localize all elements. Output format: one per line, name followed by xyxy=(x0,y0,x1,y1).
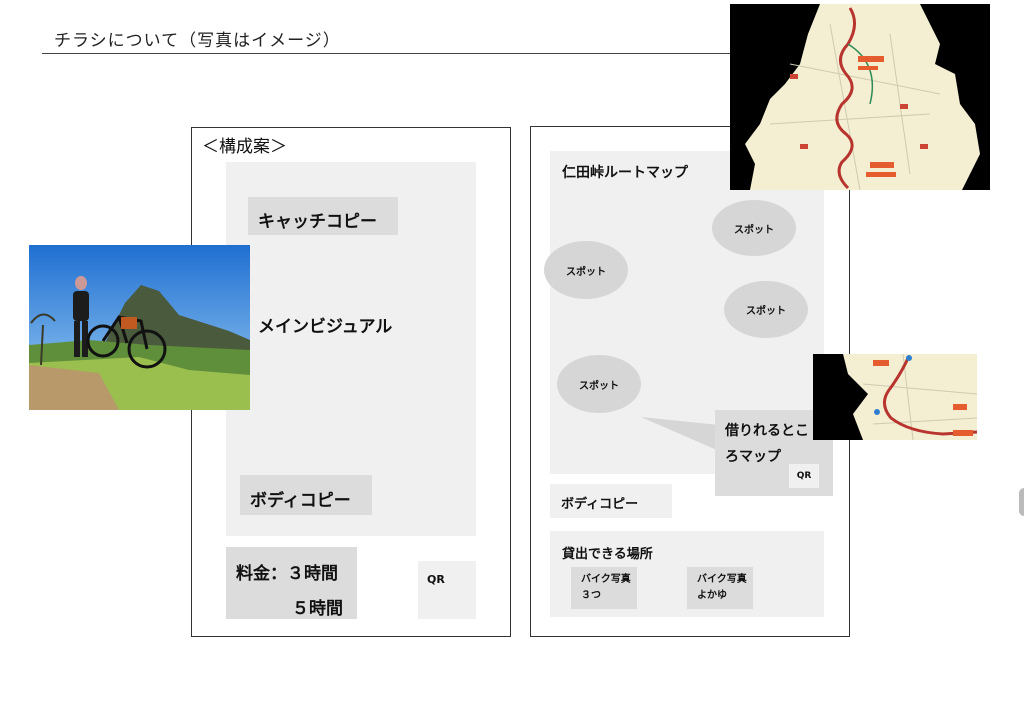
page-title: チラシについて（写真はイメージ） xyxy=(54,31,341,51)
back-panel: 仁田峠ルートマップ スポット スポット スポット スポット 借りれるとこ ろマッ… xyxy=(530,126,850,637)
spot-marker: スポット xyxy=(544,241,628,299)
map-crop-image xyxy=(813,354,977,440)
bike-photo-2-line-1: バイク写真 xyxy=(697,574,747,585)
bike-photo-box-2: バイク写真 よかゆ xyxy=(687,567,753,609)
price-box: 料金：３時間 ５時間 xyxy=(226,547,357,619)
title-divider xyxy=(42,53,742,54)
bike-photo-box-1: バイク写真 ３つ xyxy=(571,567,637,609)
callout-pointer xyxy=(641,417,719,451)
price-line-2: ５時間 xyxy=(292,599,343,619)
front-qr-box: QR xyxy=(418,561,476,619)
price-line-1: 料金：３時間 xyxy=(236,564,338,584)
main-visual-label: メインビジュアル xyxy=(258,317,393,337)
map-title: 仁田峠ルートマップ xyxy=(562,165,688,181)
body-copy-box: ボディコピー xyxy=(240,475,372,515)
catch-copy-box: キャッチコピー xyxy=(248,197,398,235)
spot-marker: スポット xyxy=(557,355,641,413)
bike-photo-2-line-2: よかゆ xyxy=(697,590,727,601)
section-label: ＜構成案＞ xyxy=(202,137,287,157)
front-qr-label: QR xyxy=(427,573,445,586)
spot-marker: スポット xyxy=(712,200,796,256)
rental-places-title: 貸出できる場所 xyxy=(562,547,653,562)
back-body-copy-label: ボディコピー xyxy=(561,497,639,512)
spot-marker: スポット xyxy=(724,281,808,338)
route-map-image xyxy=(730,4,990,190)
bike-photo-1-line-1: バイク写真 xyxy=(581,574,631,585)
edge-artifact xyxy=(1019,488,1024,516)
bike-photo-1-line-2: ３つ xyxy=(581,590,601,601)
back-body-copy-box: ボディコピー xyxy=(550,484,672,518)
rental-places-area: 貸出できる場所 バイク写真 ３つ バイク写真 よかゆ xyxy=(550,531,824,617)
cyclist-photo xyxy=(29,245,250,410)
back-qr-box: QR xyxy=(789,464,819,488)
